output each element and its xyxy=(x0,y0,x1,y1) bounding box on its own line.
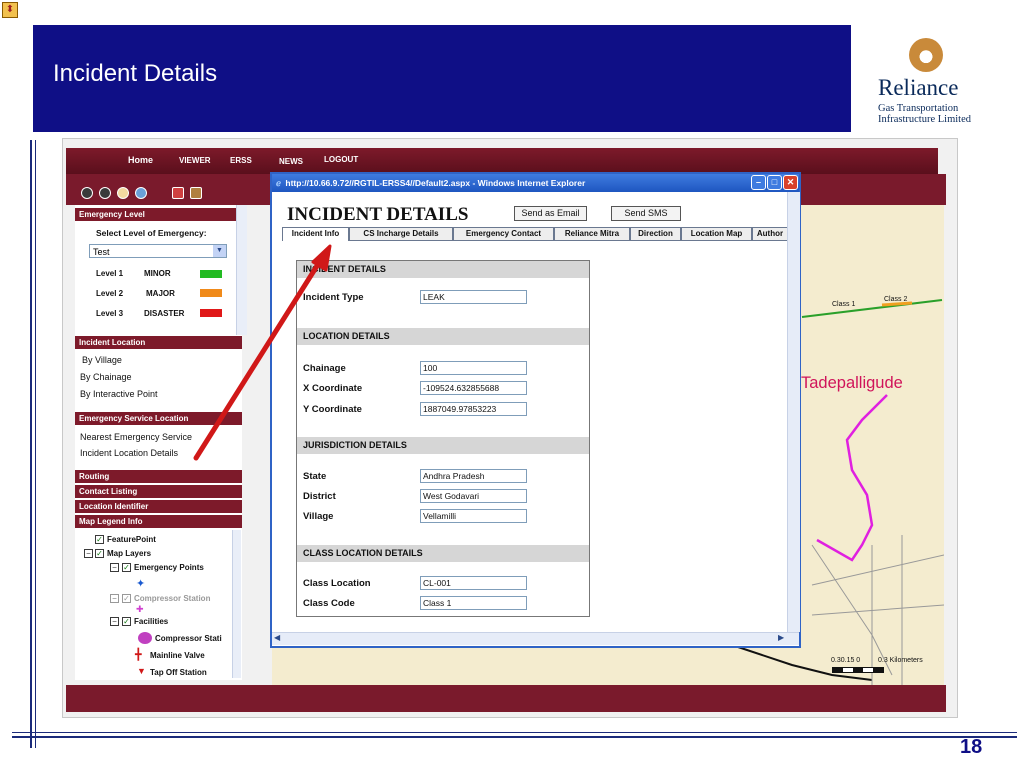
annotation-arrow xyxy=(193,244,332,461)
